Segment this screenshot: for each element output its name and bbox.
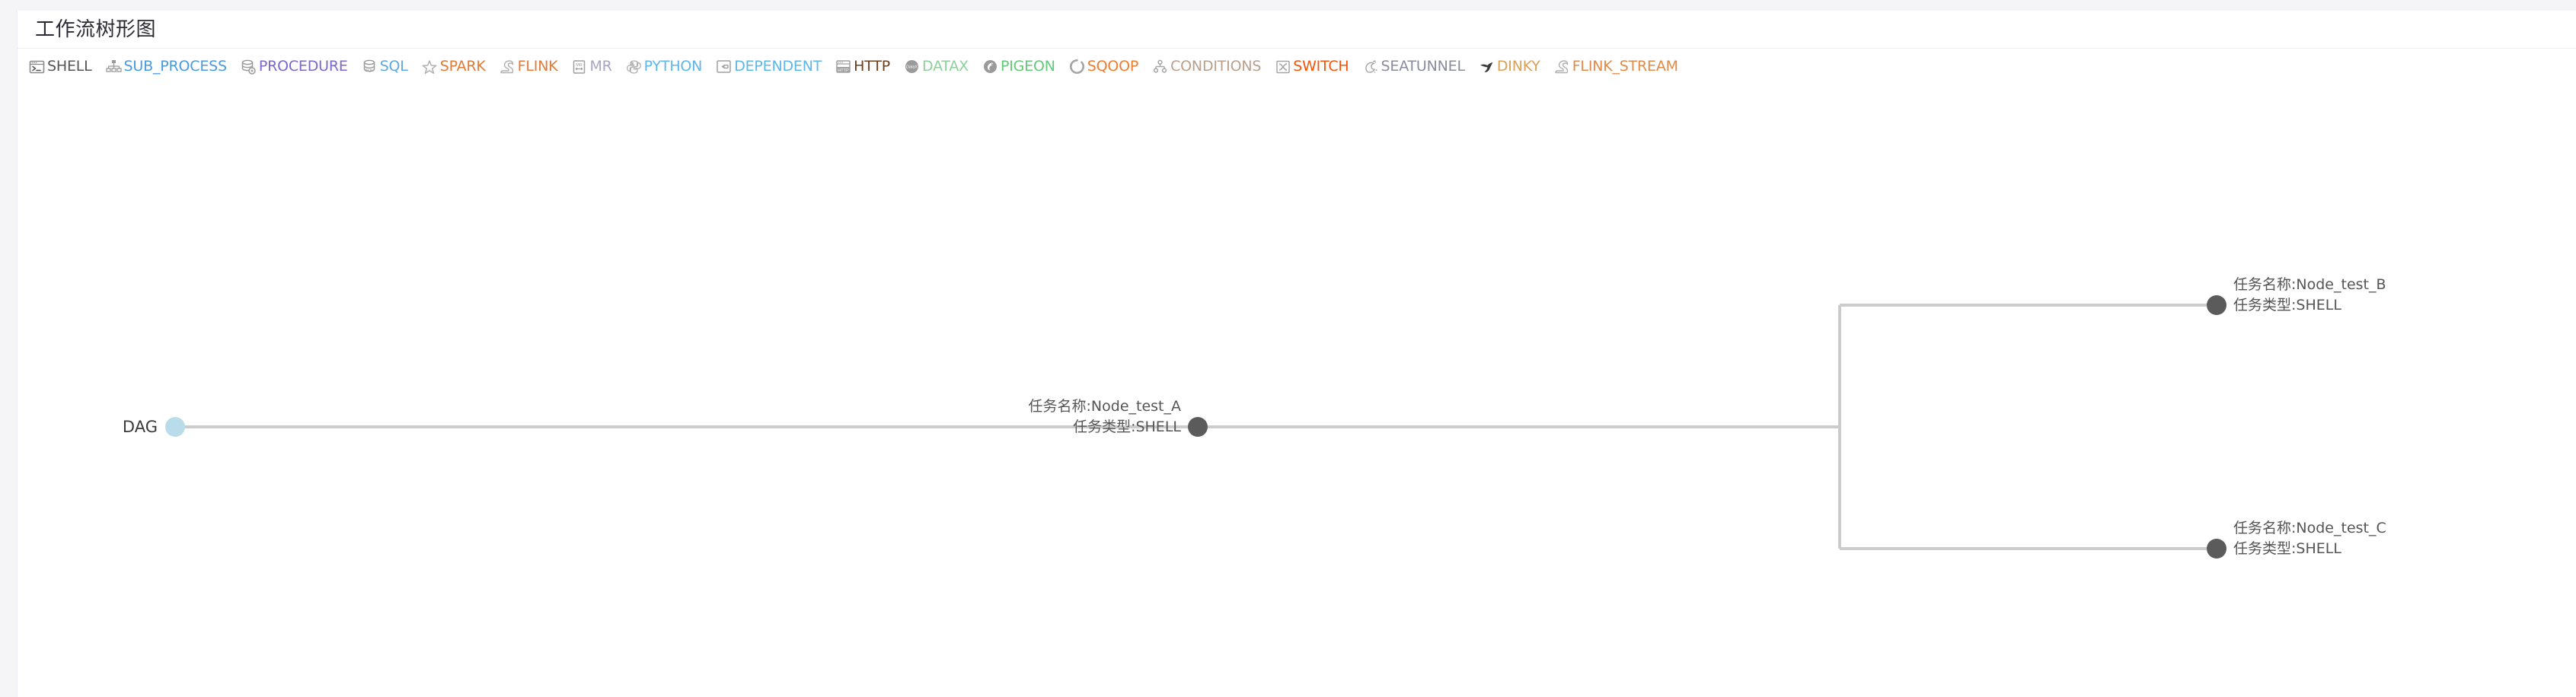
svg-text:HTTP: HTTP (838, 68, 849, 73)
conditions-icon (1151, 58, 1169, 75)
legend-item-spark[interactable]: SPARK (421, 58, 486, 75)
flink-stream-icon (1553, 58, 1571, 75)
legend-label-dependent: DEPENDENT (734, 58, 822, 75)
legend-label-procedure: PROCEDURE (258, 58, 348, 75)
node-b-circle[interactable] (2207, 295, 2226, 315)
tree-canvas[interactable]: DAG 任务名称:Node_test_A 任务类型:SHELL 任务名称:Nod… (18, 85, 2576, 697)
legend-label-dinky: DINKY (1496, 58, 1540, 75)
legend-item-http[interactable]: HTTP HTTP (835, 58, 890, 75)
legend-label-spark: SPARK (439, 58, 486, 75)
legend-label-switch: SWITCH (1293, 58, 1349, 75)
svg-text:DataX: DataX (906, 65, 918, 70)
node-c-type-label: 任务类型:SHELL (2233, 540, 2341, 557)
legend-label-mr: MR (589, 58, 612, 75)
legend-label-seatunnel: SEATUNNEL (1381, 58, 1466, 75)
legend-item-sql[interactable]: SQL SQL (361, 58, 408, 75)
node-a-circle[interactable] (1188, 417, 1208, 437)
legend-item-dependent[interactable]: DEPENDENT (715, 58, 822, 75)
tree-node-node-a[interactable]: 任务名称:Node_test_A 任务类型:SHELL (1029, 398, 1208, 437)
legend-label-datax: DATAX (921, 58, 969, 75)
legend-label-conditions: CONDITIONS (1170, 58, 1262, 75)
svg-text:MR: MR (576, 63, 583, 68)
node-b-name-label: 任务名称:Node_test_B (2233, 276, 2386, 293)
legend-item-sqoop[interactable]: SQOOP (1068, 58, 1138, 75)
flink-icon (499, 58, 516, 75)
seatunnel-icon (1362, 58, 1380, 75)
workflow-tree-card: 工作流树形图 SHELL SUB_PROCESS PROCEDURE SQL S… (17, 11, 2576, 697)
legend-label-sql: SQL (379, 58, 408, 75)
card-header: 工作流树形图 (18, 11, 2576, 49)
node-c-circle[interactable] (2207, 539, 2226, 559)
legend-item-switch[interactable]: SWITCH (1274, 58, 1349, 75)
legend-label-sub-process: SUB_PROCESS (123, 58, 228, 75)
spark-icon (421, 58, 439, 75)
python-icon (625, 58, 643, 75)
tree-node-node-c[interactable]: 任务名称:Node_test_C 任务类型:SHELL (2207, 520, 2386, 559)
tree-node-root[interactable]: DAG (123, 417, 185, 437)
procedure-icon (240, 58, 257, 75)
legend-item-pigeon[interactable]: PIGEON (982, 58, 1055, 75)
legend-label-http: HTTP (854, 58, 890, 75)
legend-item-flink-stream[interactable]: FLINK_STREAM (1553, 58, 1678, 75)
root-node-circle[interactable] (165, 417, 185, 437)
legend-label-shell: SHELL (47, 58, 92, 75)
legend-item-conditions[interactable]: CONDITIONS (1151, 58, 1261, 75)
legend-item-shell[interactable]: SHELL (28, 58, 92, 75)
shell-icon (28, 58, 46, 75)
datax-icon: DataX (903, 58, 921, 75)
legend-item-seatunnel[interactable]: SEATUNNEL (1362, 58, 1465, 75)
dependent-icon (715, 58, 733, 75)
dinky-icon (1478, 58, 1495, 75)
node-a-type-label: 任务类型:SHELL (1073, 419, 1181, 435)
legend-label-pigeon: PIGEON (1000, 58, 1055, 75)
legend-item-python[interactable]: PYTHON (625, 58, 703, 75)
sub-process-icon (105, 58, 123, 75)
tree-node-node-b[interactable]: 任务名称:Node_test_B 任务类型:SHELL (2207, 276, 2386, 315)
task-type-legend: SHELL SUB_PROCESS PROCEDURE SQL SQL SPAR… (18, 49, 2576, 84)
legend-label-sqoop: SQOOP (1087, 58, 1139, 75)
page-title: 工作流树形图 (35, 18, 157, 41)
node-b-type-label: 任务类型:SHELL (2233, 297, 2341, 313)
legend-item-flink[interactable]: FLINK (499, 58, 558, 75)
legend-label-flink-stream: FLINK_STREAM (1572, 58, 1678, 75)
legend-label-flink: FLINK (517, 58, 558, 75)
legend-label-python: PYTHON (643, 58, 703, 75)
root-node-label: DAG (123, 418, 158, 436)
switch-icon (1274, 58, 1291, 75)
node-a-name-label: 任务名称:Node_test_A (1029, 398, 1181, 415)
workflow-tree-page: 工作流树形图 SHELL SUB_PROCESS PROCEDURE SQL S… (0, 0, 2576, 697)
legend-item-mr[interactable]: MR MR (570, 58, 612, 75)
legend-item-dinky[interactable]: DINKY (1478, 58, 1540, 75)
pigeon-icon (982, 58, 999, 75)
http-icon: HTTP (835, 58, 852, 75)
legend-item-procedure[interactable]: PROCEDURE (240, 58, 348, 75)
tree-svg[interactable]: DAG 任务名称:Node_test_A 任务类型:SHELL 任务名称:Nod… (18, 85, 2576, 697)
node-c-name-label: 任务名称:Node_test_C (2233, 520, 2386, 536)
svg-text:SQL: SQL (365, 68, 374, 73)
legend-item-sub-process[interactable]: SUB_PROCESS (105, 58, 227, 75)
sql-icon: SQL (361, 58, 378, 75)
legend-item-datax[interactable]: DataX DATAX (903, 58, 969, 75)
sqoop-icon (1068, 58, 1086, 75)
mr-icon: MR (570, 58, 588, 75)
